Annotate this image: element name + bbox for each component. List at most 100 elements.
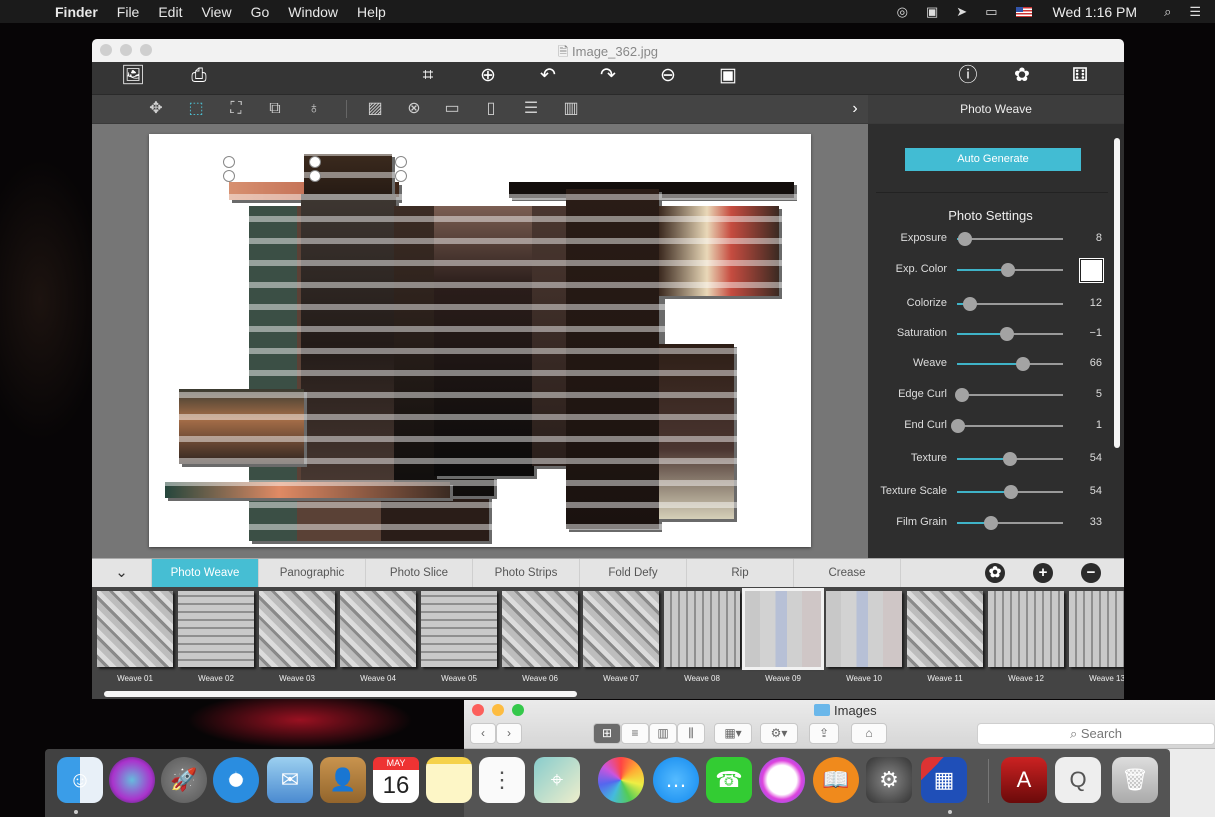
preset-thumbnail[interactable]: Weave 09 — [742, 588, 824, 683]
menu-finder[interactable]: Finder — [55, 4, 98, 20]
cursor-icon[interactable]: ➤ — [956, 4, 967, 20]
zoom-in-icon[interactable]: ⊕ — [473, 62, 503, 90]
finder-minimize-button[interactable] — [492, 704, 504, 716]
photo-strip[interactable] — [165, 482, 450, 498]
slider-knob[interactable] — [1003, 452, 1017, 466]
collapse-presets-icon[interactable]: ⌄ — [92, 559, 152, 587]
icon-view-icon[interactable]: ⊞ — [593, 723, 621, 744]
us-flag-icon[interactable] — [1015, 6, 1032, 17]
slider-knob[interactable] — [1015, 357, 1030, 371]
slider-knob[interactable] — [958, 232, 973, 246]
strip-handle[interactable] — [395, 156, 407, 168]
menubar-clock[interactable]: Wed 1:16 PM — [1053, 4, 1138, 20]
tab-rip[interactable]: Rip — [687, 559, 794, 587]
preset-thumbnail[interactable]: Weave 04 — [340, 591, 416, 683]
notification-center-icon[interactable]: ☰ — [1189, 4, 1201, 20]
dock-notes-icon[interactable] — [426, 757, 472, 803]
photo-strip[interactable] — [434, 206, 534, 476]
cover-flow-icon[interactable]: ⫼ — [677, 723, 705, 744]
monitor-upload-icon[interactable]: ▣ — [926, 4, 938, 20]
rotate-right-icon[interactable]: ↷ — [593, 62, 623, 90]
displays-icon[interactable]: ▭ — [985, 4, 997, 20]
rotate-left-icon[interactable]: ↶ — [533, 62, 563, 90]
menu-help[interactable]: Help — [357, 4, 386, 20]
dock-contacts-icon[interactable]: 👤 — [320, 757, 366, 803]
finder-close-button[interactable] — [472, 704, 484, 716]
select-icon[interactable]: ⬚ — [183, 96, 209, 122]
menu-view[interactable]: View — [201, 4, 231, 20]
remove-preset-icon[interactable]: − — [1081, 563, 1101, 583]
setting-slider[interactable] — [957, 297, 1063, 311]
add-preset-icon[interactable]: + — [1033, 563, 1053, 583]
photo-strip[interactable] — [659, 344, 734, 519]
dock-photos-icon[interactable] — [598, 757, 644, 803]
settings-flower-icon[interactable]: ✿ — [1007, 62, 1037, 90]
dock-messages-icon[interactable]: … — [653, 757, 699, 803]
tab-photo-weave[interactable]: Photo Weave — [152, 559, 259, 587]
preset-thumbnail[interactable]: Weave 06 — [502, 591, 578, 683]
slider-knob[interactable] — [962, 297, 977, 311]
column-view-icon[interactable]: ▥ — [649, 723, 677, 744]
zoom-out-icon[interactable]: ⊖ — [653, 62, 683, 90]
copy-transform-icon[interactable]: ⧉ — [262, 96, 288, 122]
dock-finder-icon[interactable]: ☺ — [57, 757, 103, 803]
tag-icon[interactable]: ⌂ — [851, 723, 887, 744]
dock-adobe-acrobat-icon[interactable]: A — [1001, 757, 1047, 803]
dock-mail-icon[interactable]: ✉ — [267, 757, 313, 803]
lightbulb-icon[interactable]: ♁ — [301, 96, 327, 122]
open-photo-icon[interactable]: 🖼 — [118, 62, 148, 90]
auto-generate-button[interactable]: Auto Generate — [905, 148, 1081, 171]
import-tray-icon[interactable]: ⎙ — [184, 62, 214, 90]
creative-cloud-icon[interactable]: ◎ — [897, 4, 908, 20]
setting-slider[interactable] — [955, 388, 1063, 402]
crop-icon[interactable]: ⌗ — [413, 62, 443, 90]
back-button[interactable]: ‹ — [470, 723, 496, 744]
preset-thumbnail[interactable]: Weave 07 — [583, 591, 659, 683]
preset-thumbnail[interactable]: Weave 01 — [97, 591, 173, 683]
preset-thumbnail[interactable]: Weave 05 — [421, 591, 497, 683]
dock-trash-icon[interactable]: 🗑 — [1112, 757, 1158, 803]
dock-photo-weave-pro-icon[interactable]: ▦ — [921, 757, 967, 803]
action-gear-icon[interactable]: ⚙▾ — [760, 723, 798, 744]
strip-handle[interactable] — [223, 156, 235, 168]
setting-slider[interactable] — [957, 485, 1063, 499]
preset-thumbnail[interactable]: Weave 12 — [988, 591, 1064, 683]
slider-knob[interactable] — [1000, 263, 1015, 277]
portrait-frame-icon[interactable]: ⛶ — [223, 96, 249, 122]
exposure-color-swatch[interactable] — [1079, 258, 1104, 283]
strip-handle[interactable] — [223, 170, 235, 182]
random-preset-icon[interactable]: ✿ — [985, 563, 1005, 583]
slider-knob[interactable] — [955, 388, 970, 402]
dock-launchpad-icon[interactable]: 🚀 — [161, 757, 207, 803]
preset-thumbnail[interactable]: Weave 02 — [178, 591, 254, 683]
info-icon[interactable]: ⓘ — [953, 62, 983, 90]
dock-itunes-icon[interactable]: ♫ — [759, 757, 805, 803]
share-icon[interactable]: ⇪ — [809, 723, 839, 744]
spotlight-search-icon[interactable]: ⌕ — [1164, 4, 1171, 20]
presets-scrollbar[interactable] — [104, 691, 577, 697]
preset-thumbnail[interactable]: Weave 10 — [826, 591, 902, 683]
dock-siri-icon[interactable] — [109, 757, 155, 803]
tab-panographic[interactable]: Panographic — [259, 559, 366, 587]
photo-strip[interactable] — [659, 206, 779, 296]
dock-reminders-icon[interactable]: ⋮ — [479, 757, 525, 803]
preset-thumbnail[interactable]: Weave 03 — [259, 591, 335, 683]
setting-slider[interactable] — [957, 357, 1063, 371]
dock-ibooks-icon[interactable]: 📖 — [813, 757, 859, 803]
photo-icon[interactable]: ▨ — [362, 96, 388, 122]
menu-go[interactable]: Go — [251, 4, 270, 20]
dock-facetime-icon[interactable]: ☎ — [706, 757, 752, 803]
tab-crease[interactable]: Crease — [794, 559, 901, 587]
random-dice-icon[interactable]: ⚅ — [1065, 62, 1095, 90]
horizontal-strip-icon[interactable]: ▭ — [439, 96, 465, 122]
preset-thumbnail[interactable]: Weave 11 — [907, 591, 983, 683]
strip-handle[interactable] — [309, 170, 321, 182]
dock-safari-icon[interactable]: ✧ — [213, 757, 259, 803]
slider-knob[interactable] — [951, 419, 966, 433]
finder-zoom-button[interactable] — [512, 704, 524, 716]
menu-window[interactable]: Window — [288, 4, 338, 20]
dock-calendar-icon[interactable]: MAY 16 — [373, 757, 419, 803]
strip-handle[interactable] — [309, 156, 321, 168]
rows-icon[interactable]: ☰ — [518, 96, 544, 122]
photo-strip[interactable] — [566, 189, 659, 529]
